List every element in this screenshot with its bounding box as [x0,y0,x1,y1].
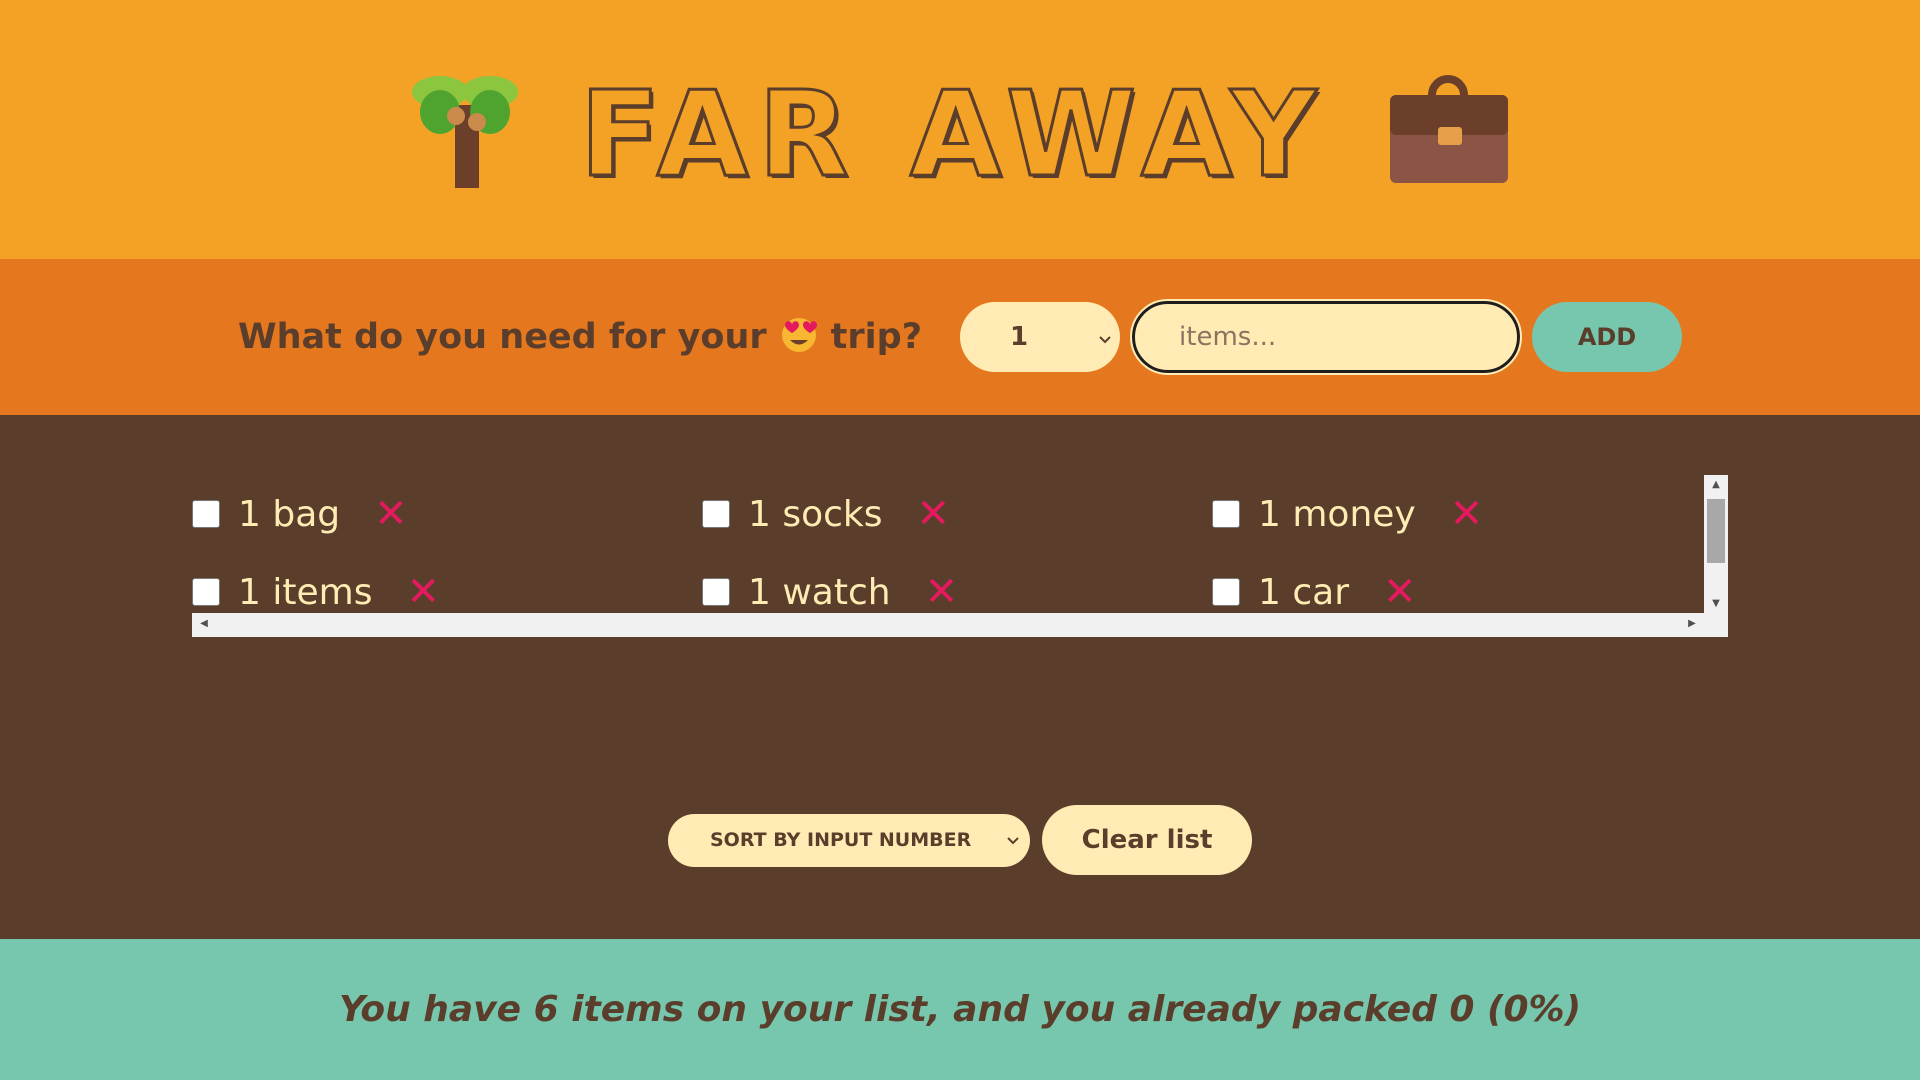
app: FAR AWAY What do you need for your trip? [0,0,1920,1080]
add-item-form: What do you need for your trip? 1 items.… [0,259,1920,415]
packed-checkbox[interactable] [1212,578,1240,606]
scroll-up-icon[interactable]: ▲ [1704,479,1728,490]
list-item: 1 socks ✕ [702,475,1212,553]
scroll-down-icon[interactable]: ▼ [1704,598,1728,609]
item-label: 1 bag [238,493,341,535]
item-label: 1 watch [748,571,891,613]
delete-icon[interactable]: ✕ [406,572,440,612]
input-placeholder: items... [1179,322,1277,352]
sort-select[interactable]: SORT BY INPUT NUMBER [668,813,1030,867]
list-actions: SORT BY INPUT NUMBER Clear list [0,805,1920,875]
stats-text: You have 6 items on your list, and you a… [338,989,1582,1030]
packed-checkbox[interactable] [702,578,730,606]
vertical-scrollbar[interactable]: ▲ ▼ [1704,475,1728,613]
delete-icon[interactable]: ✕ [374,494,408,534]
scroll-left-icon[interactable]: ◀ [192,618,216,629]
packed-checkbox[interactable] [192,578,220,606]
add-button[interactable]: ADD [1532,302,1683,372]
vertical-scroll-thumb[interactable] [1707,499,1725,563]
delete-icon[interactable]: ✕ [917,494,951,534]
quantity-value: 1 [1010,322,1029,352]
heart-eyes-emoji-icon [779,313,819,362]
question-prefix: What do you need for your [237,317,767,357]
packed-checkbox[interactable] [1212,500,1240,528]
briefcase-icon [1386,74,1510,185]
chevron-down-icon [1006,829,1020,851]
packing-list: 1 bag ✕ 1 socks ✕ 1 money ✕ 1 items ✕ 1 watch ✕ 1 … [192,475,1702,613]
header: FAR AWAY [0,0,1920,259]
app-title: FAR AWAY [578,63,1327,204]
form-question: What do you need for your trip? [238,313,922,362]
sort-value: SORT BY INPUT NUMBER [710,829,972,851]
list-item: 1 money ✕ [1212,475,1702,553]
chevron-down-icon [1098,322,1112,352]
delete-icon[interactable]: ✕ [1450,494,1484,534]
item-description-input[interactable]: items... [1130,299,1523,375]
palm-tree-icon [410,70,520,190]
clear-list-button[interactable]: Clear list [1042,805,1252,875]
packed-checkbox[interactable] [192,500,220,528]
item-label: 1 car [1258,571,1350,613]
item-label: 1 money [1258,493,1416,535]
delete-icon[interactable]: ✕ [925,572,959,612]
stats-bar: You have 6 items on your list, and you a… [0,939,1920,1080]
list-scroll-container[interactable]: 1 bag ✕ 1 socks ✕ 1 money ✕ 1 items ✕ 1 watch ✕ 1 … [192,475,1728,637]
delete-icon[interactable]: ✕ [1383,572,1417,612]
list-item: 1 bag ✕ [192,475,702,553]
horizontal-scrollbar[interactable]: ◀ ▶ [192,613,1728,637]
quantity-select[interactable]: 1 [960,302,1121,372]
packing-list-area: 1 bag ✕ 1 socks ✕ 1 money ✕ 1 items ✕ 1 watch ✕ 1 … [0,415,1920,939]
item-label: 1 items [238,571,373,613]
question-suffix: trip? [830,317,923,357]
packed-checkbox[interactable] [702,500,730,528]
item-label: 1 socks [748,493,883,535]
scroll-right-icon[interactable]: ▶ [1680,618,1704,629]
